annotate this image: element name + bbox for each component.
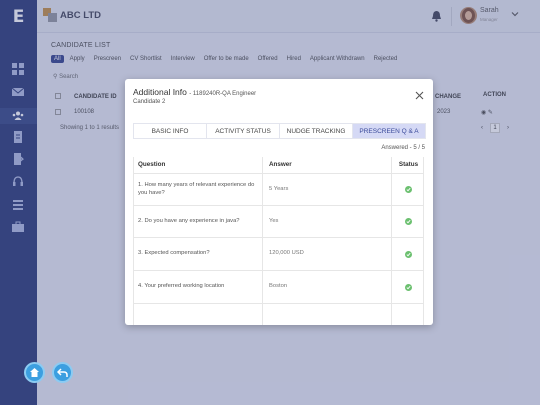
modal-job-title: - 1189240R-QA Engineer bbox=[189, 91, 257, 97]
modal-candidate-name: Candidate 2 bbox=[133, 99, 166, 105]
additional-info-modal: Additional Info - 1189240R-QA Engineer C… bbox=[125, 79, 433, 325]
modal-tabs: BASIC INFO ACTIVITY STATUS NUDGE TRACKIN… bbox=[133, 123, 426, 139]
prescreen-qa-table: Question Answer Status 1. How many years… bbox=[133, 157, 424, 325]
table-row: 1. How many years of relevant experience… bbox=[134, 174, 423, 206]
modal-title: Additional Info - 1189240R-QA Engineer bbox=[133, 87, 256, 97]
tab-basic-info[interactable]: BASIC INFO bbox=[134, 124, 207, 138]
home-button[interactable] bbox=[24, 362, 45, 383]
check-circle-icon bbox=[405, 283, 412, 291]
answered-count: Answered - 5 / 5 bbox=[381, 145, 425, 151]
status-cell bbox=[392, 174, 423, 205]
status-cell bbox=[392, 238, 423, 270]
answer-text bbox=[269, 304, 389, 325]
table-row: 3. Expected compensation? 120,000 USD bbox=[134, 238, 423, 271]
question-text: 3. Expected compensation? bbox=[138, 250, 210, 257]
tab-nudge-tracking[interactable]: NUDGE TRACKING bbox=[280, 124, 353, 138]
close-icon[interactable] bbox=[415, 91, 424, 100]
header-answer: Answer bbox=[269, 160, 292, 168]
answer-text: Yes bbox=[269, 217, 279, 224]
question-text: 4. Your preferred working location bbox=[138, 283, 225, 290]
table-header-row: Question Answer Status bbox=[134, 157, 423, 174]
check-circle-icon bbox=[405, 218, 412, 225]
question-text: 2. Do you have any experience in java? bbox=[138, 217, 240, 224]
check-circle-icon bbox=[405, 186, 412, 193]
answer-text: Boston bbox=[269, 283, 288, 290]
answer-text: 120,000 USD bbox=[269, 250, 304, 257]
question-text: 1. How many years of relevant experience… bbox=[138, 181, 255, 196]
status-cell bbox=[392, 271, 423, 303]
status-cell bbox=[392, 206, 423, 237]
check-circle-icon bbox=[405, 250, 412, 258]
table-row: 2. Do you have any experience in java? Y… bbox=[134, 206, 423, 238]
tab-prescreen-qa[interactable]: PRESCREEN Q & A bbox=[353, 124, 425, 138]
back-arrow-icon bbox=[57, 368, 68, 377]
table-row bbox=[134, 304, 423, 325]
back-button[interactable] bbox=[52, 362, 73, 383]
answer-text: 5 Years bbox=[269, 185, 289, 192]
question-text bbox=[138, 304, 258, 325]
modal-title-text: Additional Info bbox=[133, 87, 187, 97]
tab-activity-status[interactable]: ACTIVITY STATUS bbox=[207, 124, 280, 138]
table-row: 4. Your preferred working location Bosto… bbox=[134, 271, 423, 304]
home-icon bbox=[30, 368, 39, 377]
header-status: Status bbox=[398, 160, 419, 168]
header-question: Question bbox=[138, 160, 166, 168]
